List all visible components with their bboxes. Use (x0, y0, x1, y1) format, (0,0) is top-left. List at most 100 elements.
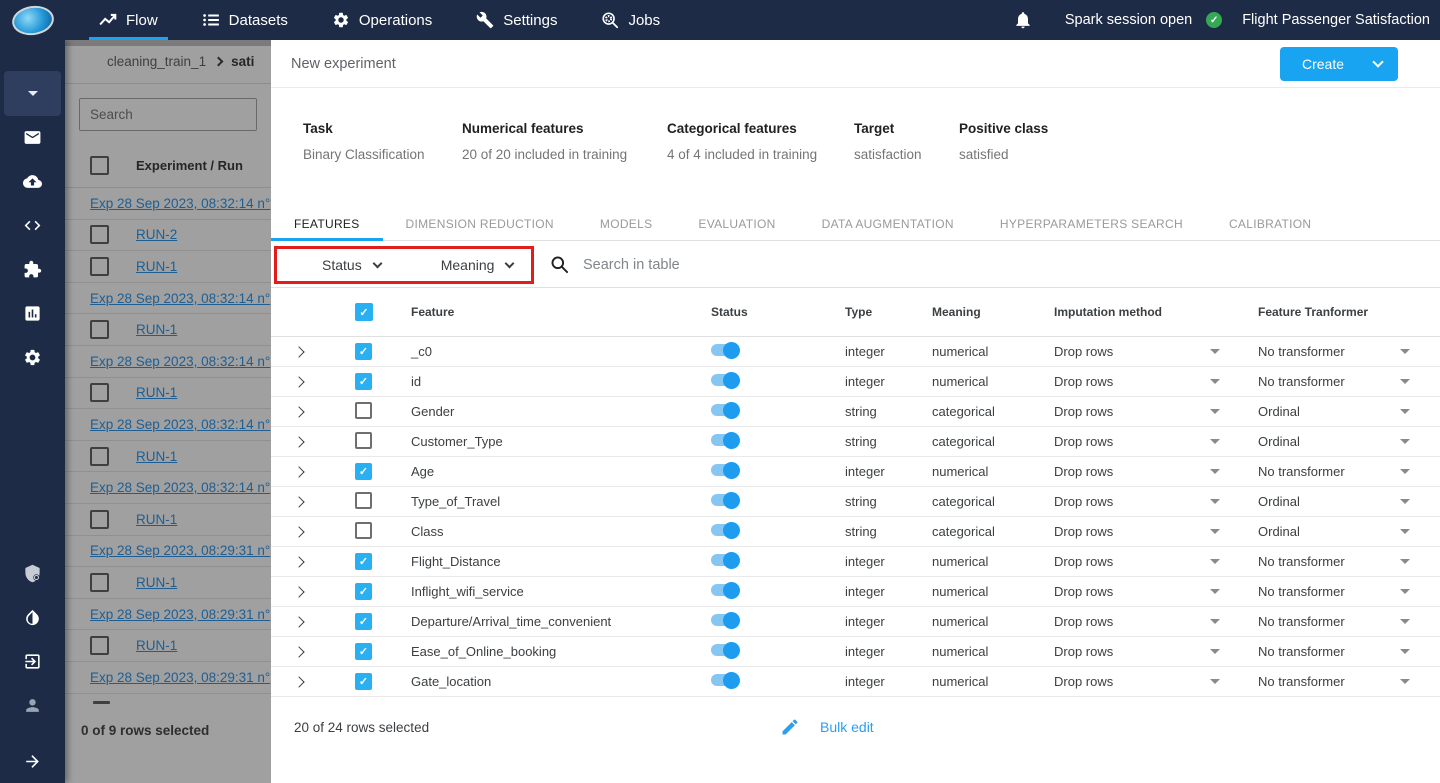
imputation-select[interactable]: Drop rows (1054, 434, 1251, 449)
imputation-select[interactable]: Drop rows (1054, 644, 1251, 659)
feature-checkbox[interactable] (355, 491, 372, 509)
expand-row-icon[interactable] (293, 495, 305, 508)
workspace-dropdown[interactable] (4, 71, 61, 116)
experiment-link[interactable]: Exp 28 Sep 2023, 08:29:31 n° (90, 670, 270, 685)
tab-evaluation[interactable]: EVALUATION (675, 207, 798, 240)
transformer-select[interactable]: No transformer (1258, 464, 1440, 479)
status-toggle[interactable] (711, 671, 740, 689)
run-checkbox[interactable] (90, 383, 109, 403)
transformer-select[interactable]: No transformer (1258, 584, 1440, 599)
status-toggle[interactable] (711, 341, 740, 359)
meaning-filter-dropdown[interactable]: Meaning (441, 257, 515, 273)
expand-row-icon[interactable] (293, 405, 305, 418)
breadcrumb-parent[interactable]: cleaning_train_1 (107, 54, 206, 69)
run-link[interactable]: RUN-2 (136, 227, 177, 242)
imputation-select[interactable]: Drop rows (1054, 674, 1251, 689)
transformer-select[interactable]: No transformer (1258, 374, 1440, 389)
table-search-input[interactable]: Search in table (550, 241, 680, 288)
transformer-select[interactable]: No transformer (1258, 644, 1440, 659)
nav-tab-operations[interactable]: Operations (310, 0, 454, 40)
notifications-bell-icon[interactable] (1013, 10, 1033, 30)
feature-checkbox[interactable] (355, 643, 372, 660)
status-toggle[interactable] (711, 491, 740, 509)
sidebar-item-charts[interactable] (0, 292, 65, 336)
imputation-select[interactable]: Drop rows (1054, 344, 1251, 359)
imputation-select[interactable]: Drop rows (1054, 404, 1251, 419)
nav-tab-datasets[interactable]: Datasets (180, 0, 310, 40)
run-checkbox[interactable] (90, 446, 109, 466)
run-checkbox[interactable] (90, 572, 109, 592)
status-toggle[interactable] (711, 461, 740, 479)
status-toggle[interactable] (711, 581, 740, 599)
sidebar-expand-button[interactable] (0, 739, 65, 783)
transformer-select[interactable]: No transformer (1258, 344, 1440, 359)
run-checkbox[interactable] (90, 636, 109, 656)
tab-hyperparameters-search[interactable]: HYPERPARAMETERS SEARCH (977, 207, 1206, 240)
expand-row-icon[interactable] (293, 435, 305, 448)
experiment-link[interactable]: Exp 28 Sep 2023, 08:32:14 n° (90, 291, 270, 306)
expand-row-icon[interactable] (293, 585, 305, 598)
feature-checkbox[interactable] (355, 521, 372, 539)
transformer-select[interactable]: No transformer (1258, 554, 1440, 569)
experiment-link[interactable]: Exp 28 Sep 2023, 08:32:14 n° (90, 354, 270, 369)
expand-row-icon[interactable] (293, 645, 305, 658)
feature-checkbox[interactable] (355, 373, 372, 390)
run-checkbox[interactable] (90, 225, 109, 245)
transformer-select[interactable]: Ordinal (1258, 404, 1440, 419)
feature-checkbox[interactable] (355, 463, 372, 480)
expand-row-icon[interactable] (293, 375, 305, 388)
expand-row-icon[interactable] (293, 465, 305, 478)
status-toggle[interactable] (711, 521, 740, 539)
run-link[interactable]: RUN-1 (136, 638, 177, 653)
imputation-select[interactable]: Drop rows (1054, 524, 1251, 539)
nav-tab-settings[interactable]: Settings (454, 0, 579, 40)
sidebar-item-upload[interactable] (0, 160, 65, 204)
run-link[interactable]: RUN-1 (136, 575, 177, 590)
run-link[interactable]: RUN-1 (136, 385, 177, 400)
transformer-select[interactable]: No transformer (1258, 674, 1440, 689)
imputation-select[interactable]: Drop rows (1054, 494, 1251, 509)
sidebar-item-code[interactable] (0, 204, 65, 248)
tab-models[interactable]: MODELS (577, 207, 675, 240)
feature-checkbox[interactable] (355, 673, 372, 690)
sidebar-item-extensions[interactable] (0, 248, 65, 292)
experiment-search-input[interactable]: Search (79, 97, 257, 131)
transformer-select[interactable]: Ordinal (1258, 434, 1440, 449)
status-toggle[interactable] (711, 641, 740, 659)
status-toggle[interactable] (711, 551, 740, 569)
imputation-select[interactable]: Drop rows (1054, 554, 1251, 569)
tab-data-augmentation[interactable]: DATA AUGMENTATION (799, 207, 977, 240)
feature-checkbox[interactable] (355, 431, 372, 449)
transformer-select[interactable]: Ordinal (1258, 524, 1440, 539)
imputation-select[interactable]: Drop rows (1054, 614, 1251, 629)
status-filter-dropdown[interactable]: Status (322, 257, 383, 273)
select-all-runs-checkbox[interactable] (90, 156, 109, 175)
create-button[interactable]: Create (1280, 46, 1398, 81)
run-link[interactable]: RUN-1 (136, 512, 177, 527)
status-toggle[interactable] (711, 611, 740, 629)
imputation-select[interactable]: Drop rows (1054, 374, 1251, 389)
transformer-select[interactable]: No transformer (1258, 614, 1440, 629)
status-toggle[interactable] (711, 401, 740, 419)
experiment-link[interactable]: Exp 28 Sep 2023, 08:29:31 n° (90, 543, 270, 558)
feature-checkbox[interactable] (355, 343, 372, 360)
select-all-features-checkbox[interactable] (355, 303, 373, 321)
status-toggle[interactable] (711, 371, 740, 389)
feature-checkbox[interactable] (355, 553, 372, 570)
run-link[interactable]: RUN-1 (136, 259, 177, 274)
sidebar-item-opacity[interactable] (0, 595, 65, 639)
tab-features[interactable]: FEATURES (271, 207, 383, 241)
sidebar-item-user[interactable] (0, 683, 65, 727)
sidebar-item-settings[interactable] (0, 336, 65, 380)
run-checkbox[interactable] (90, 320, 109, 340)
tab-dimension-reduction[interactable]: DIMENSION REDUCTION (383, 207, 577, 240)
experiment-link[interactable]: Exp 28 Sep 2023, 08:32:14 n° (90, 417, 270, 432)
feature-checkbox[interactable] (355, 401, 372, 419)
run-checkbox[interactable] (90, 509, 109, 529)
expand-row-icon[interactable] (293, 345, 305, 358)
run-checkbox[interactable] (90, 256, 109, 276)
app-logo[interactable] (0, 2, 65, 38)
imputation-select[interactable]: Drop rows (1054, 464, 1251, 479)
expand-row-icon[interactable] (293, 615, 305, 628)
feature-checkbox[interactable] (355, 613, 372, 630)
